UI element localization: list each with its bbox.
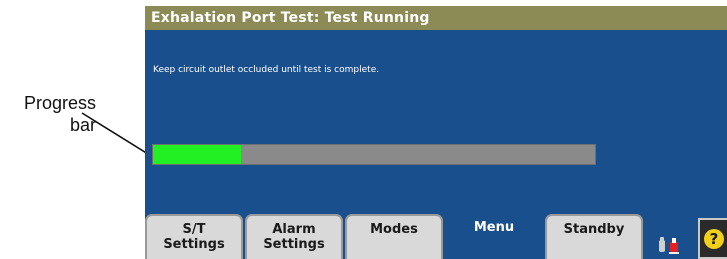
tab-label: Modes: [370, 222, 418, 237]
tab-label: Menu: [473, 220, 515, 235]
callout-line-2: bar: [69, 115, 96, 135]
tab-label-line2: Settings: [263, 237, 325, 252]
bottom-tab-bar: S/T Settings Alarm Settings Modes Menu S…: [145, 212, 727, 259]
tab-modes[interactable]: Modes: [345, 214, 443, 259]
progress-bar-callout: Progress bar: [0, 92, 96, 136]
screen-title: Exhalation Port Test: Test Running: [145, 6, 727, 30]
tab-label-line1: Alarm: [272, 222, 316, 237]
tab-standby[interactable]: Standby: [545, 214, 643, 259]
tab-label-line1: S/T: [182, 222, 206, 237]
device-screen: Exhalation Port Test: Test Running Keep …: [145, 6, 727, 259]
progress-fill: [153, 145, 242, 164]
help-icon: ?: [704, 228, 724, 249]
callout-line-1: Progress: [23, 93, 96, 113]
tab-label: Standby: [563, 222, 625, 237]
progress-bar: [152, 144, 596, 165]
help-button[interactable]: ?: [698, 218, 727, 259]
tab-menu[interactable]: Menu: [445, 212, 543, 259]
tab-st-settings[interactable]: S/T Settings: [145, 214, 243, 259]
alarm-status-icon: [659, 237, 679, 254]
tab-alarm-settings[interactable]: Alarm Settings: [245, 214, 343, 259]
tab-label-line2: Settings: [163, 237, 225, 252]
instruction-text: Keep circuit outlet occluded until test …: [153, 65, 380, 75]
